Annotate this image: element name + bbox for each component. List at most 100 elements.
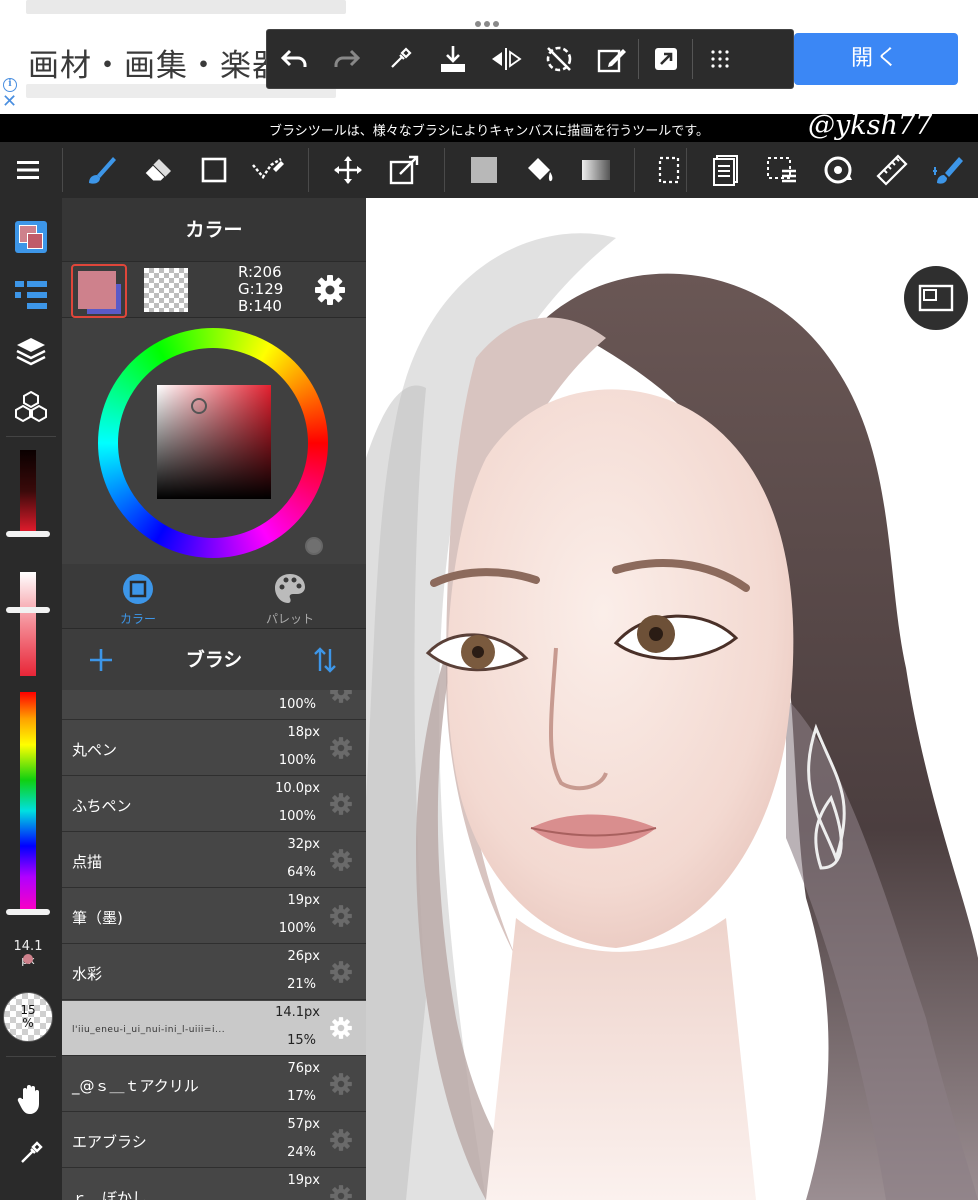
gear-icon[interactable]: [328, 690, 354, 705]
brush-row[interactable]: 水彩 26px 21%: [62, 945, 366, 1000]
share-icon[interactable]: [639, 30, 692, 88]
layers-icon[interactable]: [8, 328, 54, 374]
brush-opacity: 100%: [278, 921, 316, 936]
undo-icon[interactable]: [267, 30, 320, 88]
info-icon[interactable]: i: [3, 78, 17, 92]
tab-color[interactable]: カラー: [62, 564, 214, 628]
add-brush-icon[interactable]: [86, 645, 116, 675]
brush-opacity: 64%: [287, 865, 316, 880]
quickbar-drag-handle[interactable]: [475, 12, 505, 27]
brush-opacity: 100%: [278, 697, 316, 712]
select-all-icon[interactable]: [756, 144, 808, 196]
more-icon[interactable]: [693, 30, 746, 88]
brush-name: 点描: [72, 853, 103, 871]
brush-row[interactable]: ふちペン 10.0px 100%: [62, 777, 366, 832]
brush-opacity: 24%: [287, 1145, 316, 1160]
close-icon[interactable]: ✕: [2, 93, 17, 111]
redo-icon[interactable]: [320, 30, 373, 88]
tab-palette[interactable]: パレット: [214, 564, 366, 628]
select-pen-icon[interactable]: [242, 144, 294, 196]
lasso-select-icon[interactable]: [644, 144, 696, 196]
brush-row[interactable]: 点描 32px 64%: [62, 833, 366, 888]
transform-icon[interactable]: [378, 144, 430, 196]
brush-size: 14.1px: [275, 1005, 320, 1020]
gear-icon[interactable]: [328, 735, 354, 761]
gear-icon[interactable]: [328, 1127, 354, 1153]
materials-icon[interactable]: [8, 384, 54, 430]
edit-layer-icon[interactable]: [585, 30, 638, 88]
fill-color-icon[interactable]: [458, 144, 510, 196]
opacity-unit: %: [22, 1016, 34, 1030]
saturation-slider-knob[interactable]: [6, 607, 50, 613]
saturation-value-square[interactable]: [157, 385, 271, 499]
ad-open-button[interactable]: 開く: [794, 33, 958, 85]
hand-icon[interactable]: [8, 1076, 54, 1122]
rotate-icon[interactable]: [812, 144, 864, 196]
color-panel-title: カラー: [62, 198, 366, 262]
transparent-color-swatch[interactable]: [144, 268, 188, 312]
flip-horizontal-icon[interactable]: [479, 30, 532, 88]
rotate-reset-icon[interactable]: [532, 30, 585, 88]
main-color-swatch[interactable]: [71, 264, 127, 318]
tab-palette-label: パレット: [265, 612, 314, 626]
color-panel-toggle-icon[interactable]: [8, 214, 54, 260]
eyedropper-icon[interactable]: [373, 30, 426, 88]
gear-icon[interactable]: [328, 903, 354, 929]
save-icon[interactable]: [426, 30, 479, 88]
menu-icon[interactable]: [2, 144, 54, 196]
brush-row[interactable]: ｒ＿ぼかし 19px: [62, 1169, 366, 1200]
brush-size: 10.0px: [275, 781, 320, 796]
saturation-slider[interactable]: [20, 572, 36, 676]
sv-cursor[interactable]: [191, 398, 207, 414]
brush-list-icon[interactable]: [8, 272, 54, 318]
brush-row[interactable]: 筆（墨) 19px 100%: [62, 889, 366, 944]
gear-icon[interactable]: [328, 847, 354, 873]
brush-opacity: 21%: [287, 977, 316, 992]
opacity-indicator[interactable]: 15%: [3, 992, 53, 1042]
gradient-icon[interactable]: [570, 144, 622, 196]
bucket-icon[interactable]: [514, 144, 566, 196]
brush-row[interactable]: l'iiu_eneu-i_ui_nui-ini_l-uiii=i... 14.1p…: [62, 1001, 366, 1056]
brush-row[interactable]: _@ｓ＿ｔアクリル 76px 17%: [62, 1057, 366, 1112]
brush-row[interactable]: エアブラシ 57px 24%: [62, 1113, 366, 1168]
green-value: G:129: [238, 280, 284, 298]
sort-brushes-icon[interactable]: [310, 645, 340, 675]
brightness-slider[interactable]: [20, 450, 36, 532]
brush-size: 19px: [287, 893, 321, 908]
color-panel-tabs: カラー パレット: [62, 564, 366, 628]
gear-icon[interactable]: [328, 791, 354, 817]
gear-icon[interactable]: [328, 1071, 354, 1097]
snap-brush-icon[interactable]: [922, 144, 974, 196]
brush-row[interactable]: 100%: [62, 690, 366, 720]
brush-size: 26px: [287, 949, 321, 964]
drawing-canvas[interactable]: [366, 198, 978, 1200]
hue-cursor[interactable]: [305, 537, 323, 555]
shape-icon[interactable]: [188, 144, 240, 196]
brightness-slider-knob[interactable]: [6, 531, 50, 537]
eraser-icon[interactable]: [132, 144, 184, 196]
gear-icon[interactable]: [328, 959, 354, 985]
brush-opacity: 100%: [278, 753, 316, 768]
move-icon[interactable]: [322, 144, 374, 196]
brush-name: 水彩: [72, 965, 103, 983]
color-panel: カラー R:206 G:129 B:140 カラー パレット: [62, 198, 366, 628]
brush-panel: ブラシ 100% 丸ペン 18px 100% ふちペン 10.0px 100% 点描 32px 6…: [62, 628, 366, 1200]
hue-slider-knob[interactable]: [6, 909, 50, 915]
eyedropper-icon[interactable]: [8, 1130, 54, 1176]
brush-size: 18px: [287, 725, 321, 740]
layer-list-icon[interactable]: [700, 144, 752, 196]
gear-icon[interactable]: [328, 1015, 354, 1041]
ad-headline[interactable]: 画材・画集・楽器: [28, 40, 284, 85]
gear-icon[interactable]: [328, 1183, 354, 1200]
navigator-button[interactable]: [904, 266, 968, 330]
brush-name: ふちペン: [72, 797, 132, 815]
tab-color-label: カラー: [119, 612, 156, 626]
brush-row[interactable]: 丸ペン 18px 100%: [62, 721, 366, 776]
hue-slider[interactable]: [20, 692, 36, 912]
navigator-icon: [918, 284, 954, 312]
ruler-icon[interactable]: [866, 144, 918, 196]
watermark: @yksh77: [808, 110, 933, 141]
gear-icon[interactable]: [312, 272, 348, 308]
rgb-readout: R:206 G:129 B:140: [238, 264, 283, 315]
brush-icon[interactable]: [76, 144, 128, 196]
